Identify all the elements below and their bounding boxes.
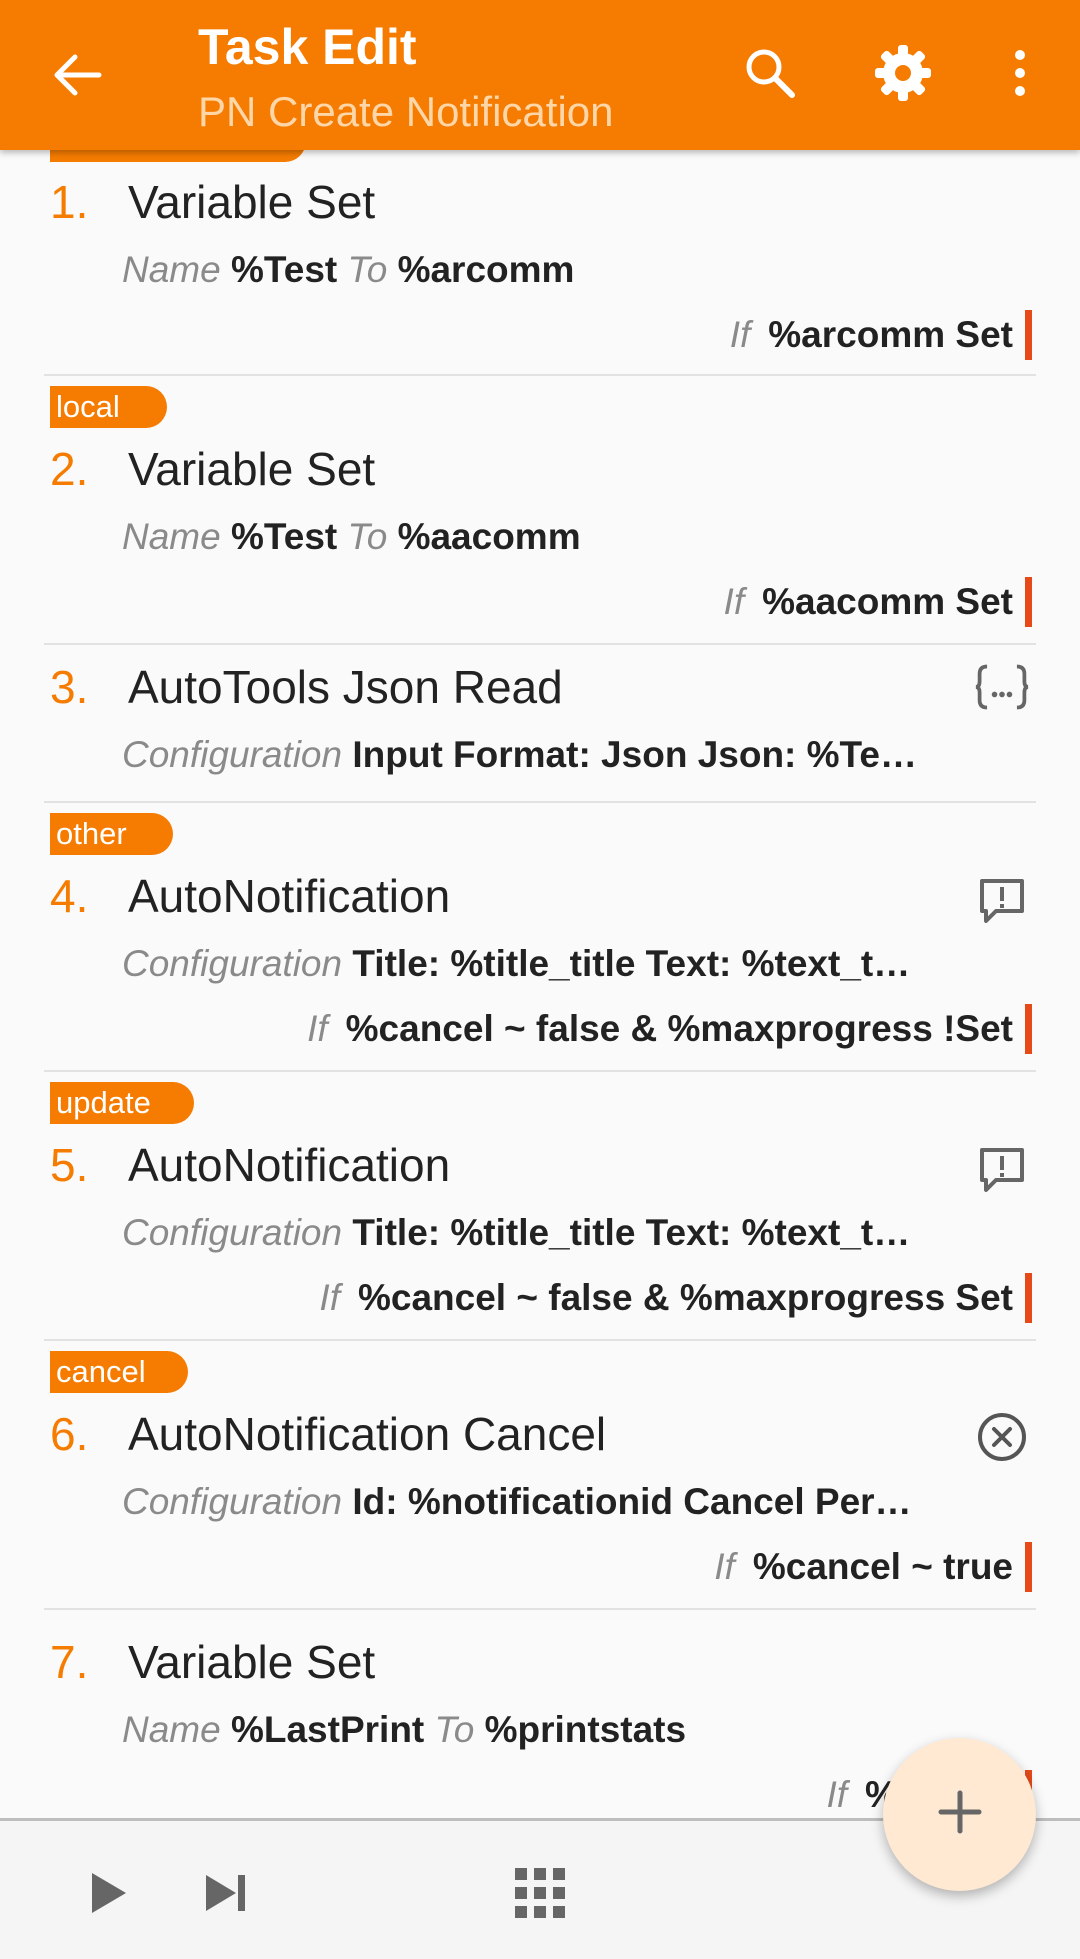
action-name: Variable Set (128, 1636, 376, 1688)
arg-value: %aacomm (397, 516, 581, 557)
arg-key: Configuration (122, 1481, 343, 1522)
action-condition: If %cancel ~ false & %maxprogress !Set (307, 1004, 1036, 1054)
if-label: If (307, 1008, 328, 1049)
notification-alert-icon (974, 873, 1030, 929)
action-item[interactable]: 1. Variable Set Name %Test To %arcomm If… (44, 150, 1036, 376)
arg-key: Configuration (122, 734, 343, 775)
search-icon[interactable] (735, 38, 805, 108)
arg-value: %Test (230, 516, 338, 557)
arg-key: Name (122, 516, 221, 557)
play-icon[interactable] (70, 1855, 146, 1931)
action-args: Configuration Input Format: Json Json: %… (122, 734, 917, 776)
skip-next-icon[interactable] (188, 1855, 264, 1931)
gear-icon[interactable] (868, 38, 938, 108)
if-value: %arcomm Set (768, 314, 1013, 355)
json-braces-icon (974, 659, 1030, 715)
action-name: AutoNotification (128, 1139, 451, 1191)
arg-key: To (347, 516, 388, 557)
action-number: 2. (50, 443, 89, 495)
action-item[interactable]: update 5. AutoNotification Configuration… (44, 1072, 1036, 1341)
condition-bar (1025, 577, 1032, 627)
label-chip: other (50, 813, 173, 855)
condition-bar (1025, 310, 1032, 360)
action-number: 3. (50, 661, 89, 713)
action-list: 1. Variable Set Name %Test To %arcomm If… (0, 150, 1080, 1818)
back-arrow-icon[interactable] (42, 40, 112, 110)
task-name: PN Create Notification (198, 88, 614, 135)
more-vert-icon[interactable] (985, 38, 1055, 108)
action-condition: If %aacomm Set (724, 577, 1036, 627)
action-item[interactable]: cancel 6. AutoNotification Cancel Config… (44, 1341, 1036, 1610)
action-args: Name %Test To %arcomm (122, 249, 574, 291)
condition-bar (1025, 1542, 1032, 1592)
if-label: If (729, 314, 751, 355)
add-icon (938, 1790, 982, 1839)
app-bar: Task Edit PN Create Notification (0, 0, 1080, 150)
action-number: 4. (50, 870, 89, 922)
label-chip: cancel (50, 1351, 188, 1393)
add-action-button[interactable] (883, 1738, 1036, 1891)
arg-key: To (347, 249, 388, 290)
if-value: %cancel ~ false & %maxprogress Set (357, 1277, 1013, 1318)
action-item[interactable]: local 2. Variable Set Name %Test To %aac… (44, 376, 1036, 645)
action-condition: If %cancel ~ false & %maxprogress Set (319, 1273, 1036, 1323)
arg-value: %printstats (484, 1709, 687, 1750)
action-name: AutoNotification (128, 870, 451, 922)
action-name: Variable Set (128, 176, 376, 228)
action-number: 6. (50, 1408, 89, 1460)
cancel-circle-icon (974, 1409, 1030, 1465)
action-item[interactable]: 3. AutoTools Json Read Configuration Inp… (44, 645, 1036, 803)
action-args: Configuration Title: %title_title Text: … (122, 943, 910, 985)
arg-value: Title: %title_title Text: %text_t… (352, 943, 911, 984)
action-number: 1. (50, 176, 89, 228)
action-name: AutoNotification Cancel (128, 1408, 607, 1460)
arg-value: Input Format: Json Json: %Te… (352, 734, 917, 775)
arg-key: To (434, 1709, 475, 1750)
if-label: If (319, 1277, 340, 1318)
action-number: 7. (50, 1636, 89, 1688)
arg-value: %Test (230, 249, 338, 290)
if-label: If (826, 1774, 847, 1815)
grid-apps-icon[interactable] (502, 1855, 578, 1931)
action-condition: If %arcomm Set (730, 310, 1036, 360)
page-title: Task Edit (198, 19, 417, 75)
arg-key: Configuration (122, 1212, 343, 1253)
if-value: %cancel ~ false & %maxprogress !Set (345, 1008, 1013, 1049)
condition-bar (1025, 1004, 1032, 1054)
action-args: Configuration Id: %notificationid Cancel… (122, 1481, 912, 1523)
if-label: If (723, 581, 745, 622)
if-value: %cancel ~ true (752, 1546, 1013, 1587)
arg-key: Configuration (122, 943, 343, 984)
arg-value: %LastPrint (230, 1709, 425, 1750)
action-number: 5. (50, 1139, 89, 1191)
arg-key: Name (122, 1709, 221, 1750)
action-args: Name %Test To %aacomm (122, 516, 581, 558)
arg-value: Id: %notificationid Cancel Per… (352, 1481, 912, 1522)
if-value: %aacomm Set (762, 581, 1013, 622)
action-args: Configuration Title: %title_title Text: … (122, 1212, 910, 1254)
arg-value: %arcomm (397, 249, 575, 290)
arg-value: Title: %title_title Text: %text_t… (352, 1212, 911, 1253)
action-condition: If %cancel ~ true (714, 1542, 1036, 1592)
action-name: AutoTools Json Read (128, 661, 563, 713)
action-args: Name %LastPrint To %printstats (122, 1709, 686, 1751)
label-chip: update (50, 1082, 194, 1124)
notification-alert-icon (974, 1142, 1030, 1198)
action-item[interactable]: other 4. AutoNotification Configuration … (44, 803, 1036, 1072)
action-name: Variable Set (128, 443, 376, 495)
arg-key: Name (122, 249, 221, 290)
condition-bar (1025, 1273, 1032, 1323)
label-chip: local (50, 386, 167, 428)
if-label: If (714, 1546, 735, 1587)
